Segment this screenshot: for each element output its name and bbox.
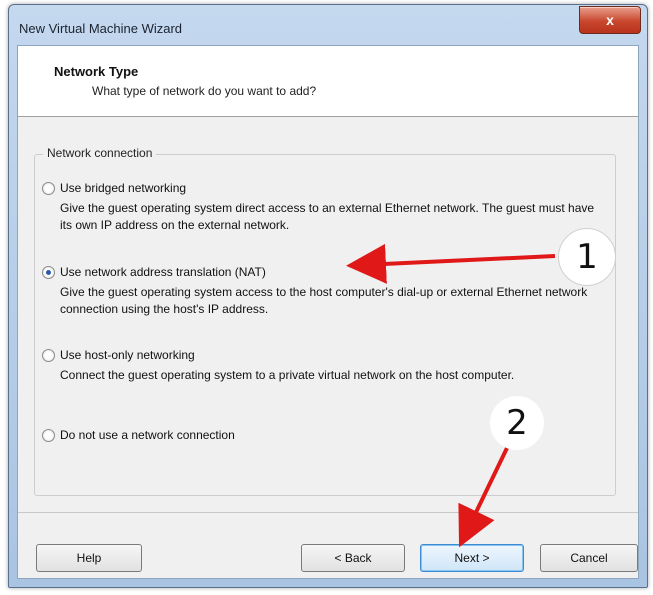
next-button[interactable]: Next > <box>420 544 524 572</box>
window-title: New Virtual Machine Wizard <box>19 21 183 36</box>
step-marker-1: 1 <box>558 228 616 286</box>
group-label: Network connection <box>43 146 157 160</box>
close-button[interactable]: x <box>579 6 641 34</box>
title-bar[interactable]: New Virtual Machine Wizard x <box>9 5 647 45</box>
wizard-window: New Virtual Machine Wizard x Network Typ… <box>8 4 648 588</box>
radio-bridged[interactable] <box>42 182 55 195</box>
radio-no-network[interactable] <box>42 429 55 442</box>
option-description: Connect the guest operating system to a … <box>60 368 515 382</box>
option-description: Give the guest operating system access t… <box>60 285 588 316</box>
option-description: Give the guest operating system direct a… <box>60 201 595 232</box>
footer-divider <box>18 512 638 513</box>
back-button[interactable]: < Back <box>301 544 405 572</box>
option-label[interactable]: Do not use a network connection <box>60 428 235 442</box>
close-icon: x <box>606 12 614 28</box>
radio-nat[interactable] <box>42 266 55 279</box>
page-title: Network Type <box>54 64 139 79</box>
radio-host-only[interactable] <box>42 349 55 362</box>
wizard-header: Network Type What type of network do you… <box>18 46 638 117</box>
help-button[interactable]: Help <box>36 544 142 572</box>
option-label[interactable]: Use host-only networking <box>60 348 195 362</box>
wizard-body: Network Type What type of network do you… <box>17 45 639 579</box>
option-label[interactable]: Use bridged networking <box>60 181 186 195</box>
step-marker-2: 2 <box>490 396 544 450</box>
option-label[interactable]: Use network address translation (NAT) <box>60 265 266 279</box>
cancel-button[interactable]: Cancel <box>540 544 638 572</box>
page-subtitle: What type of network do you want to add? <box>92 84 317 98</box>
